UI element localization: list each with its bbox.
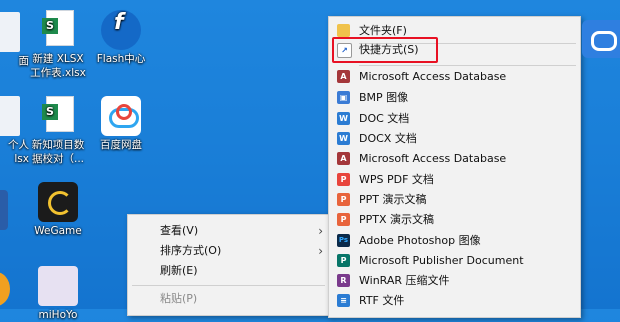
menu-item-rtf[interactable]: ≡ RTF 文件 [329, 291, 580, 311]
photoshop-icon: Ps [337, 234, 350, 247]
rtf-icon: ≡ [337, 294, 350, 307]
menu-item-access-db[interactable]: A Microsoft Access Database [329, 67, 580, 87]
menu-item-photoshop[interactable]: Ps Adobe Photoshop 图像 [329, 231, 580, 251]
menu-item-winrar[interactable]: R WinRAR 压缩文件 [329, 271, 580, 291]
desktop-icon-label: 新建 XLSX 工作表.xlsx [30, 53, 86, 79]
desktop-context-menu: 查看(V) › 排序方式(O) › 刷新(E) 粘贴(P) [127, 214, 330, 316]
baidu-netdisk-icon [101, 96, 141, 136]
wegame-icon [38, 182, 78, 222]
menu-item-publisher[interactable]: P Microsoft Publisher Document [329, 251, 580, 271]
menu-item-paste[interactable]: 粘贴(P) [128, 289, 329, 309]
desktop-icon-label: 新知项目数 据校对（... [31, 139, 85, 165]
desktop-icon-baidu[interactable]: 百度网盘 [86, 96, 156, 152]
desktop-icon-label: WeGame [34, 225, 82, 237]
access-icon: A [337, 70, 350, 83]
file-icon [0, 12, 20, 52]
wps-pdf-icon: P [337, 173, 350, 186]
doc-icon: W [337, 112, 350, 125]
publisher-icon: P [337, 254, 350, 267]
access-icon: A [337, 152, 350, 165]
ppt-icon: P [337, 193, 350, 206]
menu-item-wps-pdf[interactable]: P WPS PDF 文档 [329, 170, 580, 190]
chevron-right-icon: › [318, 224, 323, 238]
desktop-icon-label: miHoYo [38, 309, 78, 321]
menu-item-access-db-2[interactable]: A Microsoft Access Database [329, 149, 580, 169]
menu-item-sort[interactable]: 排序方式(O) › [128, 241, 329, 261]
xlsx-file-icon: S [38, 96, 78, 136]
menu-item-doc[interactable]: W DOC 文档 [329, 109, 580, 129]
flash-icon: f [101, 10, 141, 50]
menu-item-pptx[interactable]: P PPTX 演示文稿 [329, 210, 580, 230]
menu-item-ppt[interactable]: P PPT 演示文稿 [329, 190, 580, 210]
baidu-cloud-icon [591, 31, 617, 51]
new-submenu: 文件夹(F) ↗ 快捷方式(S) A Microsoft Access Data… [328, 16, 581, 318]
menu-separator [132, 285, 325, 286]
desktop-icon-wegame[interactable]: WeGame [23, 182, 93, 238]
mihoyo-icon [38, 266, 78, 306]
desktop-icon-mihoyo[interactable]: miHoYo [23, 266, 93, 322]
desktop-icon-xlsx-new[interactable]: S 新建 XLSX 工作表.xlsx [23, 10, 93, 80]
partial-icon-left [0, 190, 8, 230]
baidu-cloud-widget[interactable] [582, 20, 620, 58]
partial-icon-left-2 [0, 272, 10, 306]
file-icon [0, 96, 20, 136]
folder-icon [337, 24, 350, 37]
menu-separator [359, 65, 576, 66]
desktop-icon-flash[interactable]: f Flash中心 [86, 10, 156, 66]
desktop-icon-label: Flash中心 [96, 53, 146, 65]
chevron-right-icon: › [318, 244, 323, 258]
menu-item-refresh[interactable]: 刷新(E) [128, 261, 329, 281]
highlight-box [332, 37, 438, 63]
pptx-icon: P [337, 213, 350, 226]
docx-icon: W [337, 132, 350, 145]
desktop-icon-label: 百度网盘 [100, 139, 142, 151]
desktop-icon-xlsx-project[interactable]: S 新知项目数 据校对（... [23, 96, 93, 166]
menu-item-docx[interactable]: W DOCX 文档 [329, 129, 580, 149]
bmp-icon: ▣ [337, 91, 350, 104]
xlsx-file-icon: S [38, 10, 78, 50]
menu-item-bmp[interactable]: ▣ BMP 图像 [329, 88, 580, 108]
winrar-icon: R [337, 274, 350, 287]
menu-item-view[interactable]: 查看(V) › [128, 221, 329, 241]
